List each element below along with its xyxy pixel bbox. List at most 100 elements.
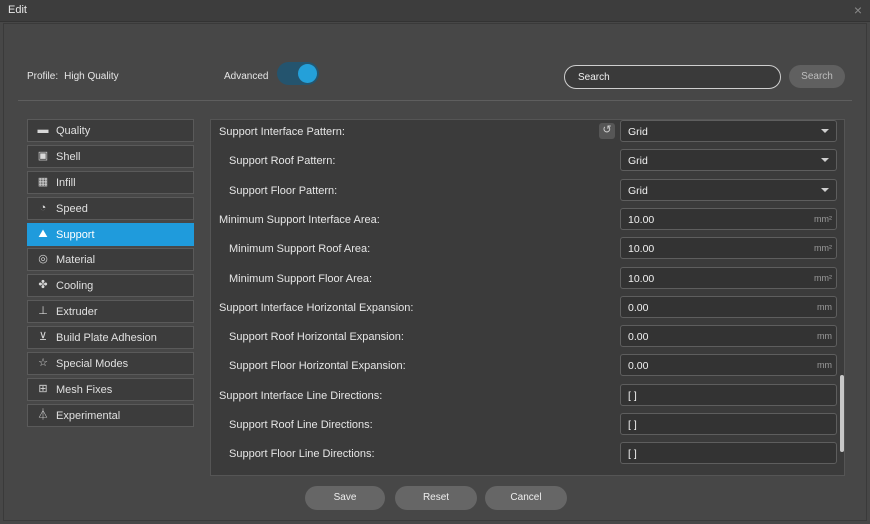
speed-icon: ◔ — [39, 201, 47, 214]
setting-value: 0.00 — [628, 301, 649, 314]
setting-field[interactable]: [ ] — [620, 383, 837, 406]
setting-field[interactable]: [ ] — [620, 442, 837, 465]
setting-field[interactable]: [ ] — [620, 413, 837, 435]
setting-field[interactable]: 0.00 mm — [620, 354, 837, 377]
setting-label: Minimum Support Interface Area: — [219, 213, 380, 226]
save-button[interactable]: Save — [305, 486, 385, 510]
setting-value: Grid — [628, 126, 648, 138]
sidebar-item-infill[interactable]: ▦ Infill — [27, 170, 194, 194]
sidebar-item-label: Material — [56, 254, 96, 267]
sidebar-item-label: Build Plate Adhesion — [56, 332, 157, 345]
flask-icon: ⏃ — [37, 408, 49, 421]
sidebar-item-label: Special Modes — [56, 358, 129, 371]
setting-unit: mm² — [814, 243, 832, 254]
search-button[interactable]: Search — [789, 65, 845, 88]
setting-value: 10.00 — [628, 213, 655, 226]
shell-icon: ▣ — [37, 149, 49, 162]
setting-label: Minimum Support Roof Area: — [229, 243, 371, 256]
sidebar-item-quality[interactable]: ▬ Quality — [27, 119, 194, 142]
setting-label: Support Interface Pattern: — [219, 126, 345, 138]
setting-field[interactable]: 10.00 mm² — [620, 266, 837, 289]
extruder-icon: ⊥ — [38, 305, 48, 318]
advanced-toggle[interactable] — [277, 62, 319, 85]
build-plate-icon: ⊻ — [38, 331, 48, 344]
sidebar-item-build-plate-adhesion[interactable]: ⊻ Build Plate Adhesion — [27, 326, 194, 350]
setting-label: Support Interface Horizontal Expansion: — [219, 301, 414, 314]
cancel-button[interactable]: Cancel — [485, 486, 567, 510]
support-icon: ⛰ — [38, 227, 48, 240]
sidebar-item-special-modes[interactable]: ☆ Special Modes — [27, 352, 194, 376]
toggle-knob — [298, 64, 317, 83]
setting-unit: mm — [817, 301, 832, 312]
sidebar-item-shell[interactable]: ▣ Shell — [27, 144, 194, 168]
infill-icon: ▦ — [37, 175, 49, 188]
setting-label: Minimum Support Floor Area: — [229, 272, 373, 285]
setting-row: Minimum Support Roof Area: 10.00 mm² — [211, 237, 841, 260]
chevron-down-icon — [821, 187, 829, 192]
settings-scrollbar[interactable] — [840, 375, 844, 452]
sidebar-item-label: Quality — [56, 125, 91, 137]
profile-info: Profile: High Quality — [27, 71, 119, 82]
header-divider — [18, 100, 852, 101]
close-icon[interactable]: × — [854, 2, 862, 18]
setting-value: [ ] — [628, 389, 637, 402]
setting-dropdown[interactable]: Grid — [620, 120, 837, 142]
sidebar-item-material[interactable]: ◎ Material — [27, 248, 194, 272]
setting-unit: mm — [817, 331, 832, 342]
sidebar-item-label: Experimental — [56, 409, 121, 422]
material-icon: ◎ — [38, 253, 48, 266]
star-icon: ☆ — [38, 357, 48, 370]
setting-value: [ ] — [628, 448, 637, 461]
sidebar-item-label: Extruder — [56, 306, 98, 319]
chevron-down-icon — [821, 158, 829, 163]
setting-label: Support Floor Line Directions: — [229, 448, 375, 461]
setting-value: Grid — [628, 155, 648, 168]
fan-icon: ✤ — [38, 279, 48, 292]
settings-panel: Support Interface Pattern: ↺ Grid Support R… — [210, 119, 845, 476]
setting-field[interactable]: 0.00 mm — [620, 325, 837, 348]
setting-label: Support Floor Horizontal Expansion: — [229, 360, 406, 373]
setting-label: Support Interface Line Directions: — [219, 389, 383, 402]
reset-setting-icon[interactable]: ↺ — [599, 123, 615, 139]
setting-value: 0.00 — [628, 331, 649, 344]
search-input[interactable]: Search — [564, 65, 781, 89]
setting-row: Support Interface Pattern: ↺ Grid — [211, 120, 841, 143]
sidebar-item-label: Shell — [56, 150, 81, 163]
setting-field[interactable]: 10.00 mm² — [620, 237, 837, 260]
setting-label: Support Floor Pattern: — [229, 184, 338, 197]
sidebar-item-label: Support — [56, 228, 95, 241]
sidebar-item-support[interactable]: ⛰ Support — [27, 222, 194, 246]
setting-row: Support Interface Line Directions: [ ] — [211, 383, 841, 407]
setting-row: Support Floor Line Directions: [ ] — [211, 442, 841, 465]
setting-unit: mm — [817, 360, 832, 371]
setting-label: Support Roof Line Directions: — [229, 419, 373, 431]
sidebar-item-label: Infill — [56, 176, 76, 189]
setting-unit: mm² — [814, 213, 832, 224]
setting-value: 10.00 — [628, 272, 655, 285]
setting-row: Support Roof Pattern: Grid — [211, 149, 841, 172]
setting-row: Support Floor Horizontal Expansion: 0.00 m… — [211, 354, 841, 377]
setting-value: 10.00 — [628, 243, 655, 256]
search-input-text: Search — [578, 72, 610, 83]
quality-icon: ▬ — [37, 124, 49, 136]
reset-button[interactable]: Reset — [395, 486, 477, 510]
setting-label: Support Roof Horizontal Expansion: — [229, 331, 404, 344]
setting-field[interactable]: 10.00 mm² — [620, 207, 837, 230]
profile-value: High Quality — [64, 71, 119, 82]
setting-dropdown[interactable]: Grid — [620, 149, 837, 172]
window-title: Edit — [8, 4, 27, 16]
setting-row: Minimum Support Interface Area: 10.00 mm² — [211, 207, 841, 231]
advanced-label: Advanced — [224, 71, 269, 82]
sidebar-item-label: Cooling — [56, 280, 94, 293]
setting-field[interactable]: 0.00 mm — [620, 295, 837, 318]
sidebar-item-speed[interactable]: ◔ Speed — [27, 196, 194, 220]
setting-row: Minimum Support Floor Area: 10.00 mm² — [211, 266, 841, 290]
sidebar-item-extruder[interactable]: ⊥ Extruder — [27, 300, 194, 324]
sidebar-item-mesh-fixes[interactable]: ⊞ Mesh Fixes — [27, 377, 194, 401]
setting-value: 0.00 — [628, 360, 649, 373]
sidebar-item-experimental[interactable]: ⏃ Experimental — [27, 403, 194, 427]
category-sidebar: ▬ Quality ▣ Shell ▦ Infill ◔ Speed ⛰ Support ◎ Mate… — [27, 119, 194, 430]
profile-label: Profile: — [27, 71, 59, 82]
setting-dropdown[interactable]: Grid — [620, 178, 837, 201]
sidebar-item-cooling[interactable]: ✤ Cooling — [27, 274, 194, 298]
